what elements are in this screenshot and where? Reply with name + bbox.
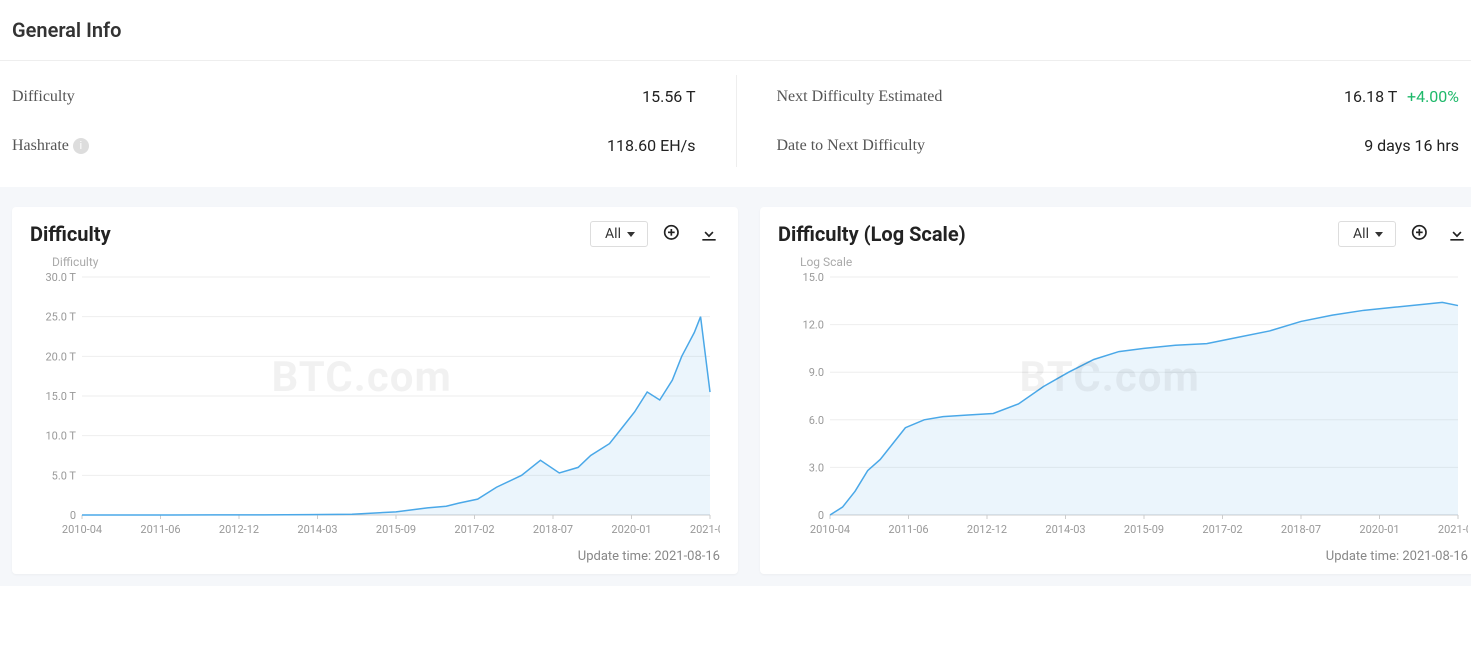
- info-icon[interactable]: i: [73, 138, 89, 154]
- chevron-down-icon: [627, 232, 635, 237]
- chart-title: Difficulty (Log Scale): [778, 222, 966, 246]
- svg-text:10.0 T: 10.0 T: [45, 430, 76, 443]
- info-hashrate: Hashrate i 118.60 EH/s: [12, 136, 696, 155]
- svg-text:2015-09: 2015-09: [1124, 523, 1164, 536]
- svg-text:2010-04: 2010-04: [62, 523, 102, 536]
- info-value: 16.18 T: [1344, 87, 1397, 106]
- svg-text:2014-03: 2014-03: [297, 523, 337, 536]
- svg-text:2011-06: 2011-06: [140, 523, 180, 536]
- svg-text:2018-07: 2018-07: [1281, 523, 1321, 536]
- chart-tools: All: [1338, 221, 1468, 247]
- range-dropdown[interactable]: All: [1338, 221, 1396, 247]
- svg-text:12.0: 12.0: [803, 319, 824, 332]
- chart-card-difficulty: Difficulty All Difficulty BTC.com 05.0 T…: [12, 207, 738, 574]
- chart-header: Difficulty All: [30, 221, 720, 247]
- svg-text:25.0 T: 25.0 T: [45, 311, 76, 324]
- info-value-wrap: 16.18 T +4.00%: [1344, 87, 1459, 106]
- svg-text:2014-03: 2014-03: [1045, 523, 1085, 536]
- svg-text:2021-08: 2021-08: [1438, 523, 1468, 536]
- chart-plot-area[interactable]: BTC.com 05.0 T10.0 T15.0 T20.0 T25.0 T30…: [30, 271, 720, 545]
- info-label: Hashrate i: [12, 137, 89, 155]
- svg-text:2017-02: 2017-02: [454, 523, 494, 536]
- svg-text:2017-02: 2017-02: [1202, 523, 1242, 536]
- label-text: Difficulty: [12, 88, 75, 106]
- chevron-down-icon: [1375, 232, 1383, 237]
- info-label: Difficulty: [12, 88, 75, 106]
- download-icon[interactable]: [698, 223, 720, 245]
- range-dropdown[interactable]: All: [590, 221, 648, 247]
- svg-text:15.0: 15.0: [803, 271, 824, 284]
- info-label: Next Difficulty Estimated: [777, 88, 943, 106]
- update-time: Update time: 2021-08-16: [778, 549, 1468, 564]
- info-value: 15.56 T: [642, 87, 695, 106]
- range-label: All: [605, 226, 621, 242]
- svg-text:2015-09: 2015-09: [376, 523, 416, 536]
- chart-header: Difficulty (Log Scale) All: [778, 221, 1468, 247]
- svg-text:5.0 T: 5.0 T: [52, 469, 77, 482]
- charts-row: Difficulty All Difficulty BTC.com 05.0 T…: [0, 187, 1471, 586]
- chart-svg: 0 5.0 T 10.0 T 15.0 T 20.0 T 25.0 T 30.0 T 2010…: [30, 271, 720, 541]
- svg-text:2021-08: 2021-08: [690, 523, 720, 536]
- info-col-right: Next Difficulty Estimated 16.18 T +4.00%…: [736, 75, 1460, 167]
- svg-text:9.0: 9.0: [809, 366, 824, 379]
- general-info-grid: Difficulty 15.56 T Hashrate i 118.60 EH/…: [0, 75, 1471, 187]
- svg-text:2012-12: 2012-12: [967, 523, 1007, 536]
- delta-badge: +4.00%: [1407, 87, 1459, 106]
- svg-text:15.0 T: 15.0 T: [45, 390, 76, 403]
- svg-text:0: 0: [70, 509, 76, 522]
- chart-svg: 0 3.0 6.0 9.0 12.0 15.0 2010-04 2011-06 2012-12 2…: [778, 271, 1468, 541]
- svg-text:2018-07: 2018-07: [533, 523, 573, 536]
- update-time: Update time: 2021-08-16: [30, 549, 720, 564]
- svg-text:2011-06: 2011-06: [888, 523, 928, 536]
- zoom-in-icon[interactable]: [662, 223, 684, 245]
- info-label: Date to Next Difficulty: [777, 137, 926, 155]
- info-date-next: Date to Next Difficulty 9 days 16 hrs: [777, 136, 1460, 155]
- chart-subtitle: Difficulty: [52, 255, 720, 269]
- label-text: Hashrate: [12, 137, 69, 155]
- info-next-difficulty: Next Difficulty Estimated 16.18 T +4.00%: [777, 87, 1460, 106]
- range-label: All: [1353, 226, 1369, 242]
- svg-text:3.0: 3.0: [809, 461, 824, 474]
- svg-text:0: 0: [818, 509, 824, 522]
- chart-plot-area[interactable]: BTC.com 03.06.09.012.015.02010-042011-06…: [778, 271, 1468, 545]
- info-value: 118.60 EH/s: [607, 136, 696, 155]
- info-difficulty: Difficulty 15.56 T: [12, 87, 696, 106]
- svg-text:2020-01: 2020-01: [611, 523, 651, 536]
- chart-title: Difficulty: [30, 222, 111, 246]
- svg-text:2020-01: 2020-01: [1359, 523, 1399, 536]
- svg-text:2010-04: 2010-04: [810, 523, 850, 536]
- zoom-in-icon[interactable]: [1410, 223, 1432, 245]
- chart-tools: All: [590, 221, 720, 247]
- info-value: 9 days 16 hrs: [1364, 136, 1459, 155]
- section-title: General Info: [0, 0, 1471, 61]
- svg-text:20.0 T: 20.0 T: [45, 350, 76, 363]
- info-col-left: Difficulty 15.56 T Hashrate i 118.60 EH/…: [12, 75, 736, 167]
- download-icon[interactable]: [1446, 223, 1468, 245]
- chart-subtitle: Log Scale: [800, 255, 1468, 269]
- svg-text:6.0: 6.0: [809, 414, 824, 427]
- svg-text:2012-12: 2012-12: [219, 523, 259, 536]
- chart-card-log: Difficulty (Log Scale) All Log Scale BTC…: [760, 207, 1471, 574]
- svg-text:30.0 T: 30.0 T: [45, 271, 76, 284]
